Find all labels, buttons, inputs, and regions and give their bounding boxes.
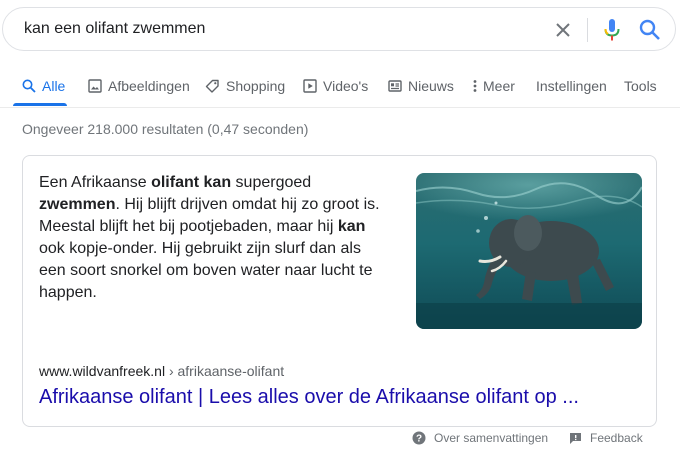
- snippet-highlight: olifant kan: [151, 174, 232, 191]
- snippet-text-part: supergoed: [231, 174, 312, 191]
- more-vert-icon: [473, 80, 477, 92]
- cite-path: › afrikaanse-olifant: [165, 363, 285, 379]
- image-icon: [88, 79, 102, 93]
- snippet-highlight: kan: [337, 218, 366, 235]
- tab-nieuws[interactable]: Nieuws: [388, 68, 454, 104]
- result-stats: Ongeveer 218.000 resultaten (0,47 second…: [22, 121, 309, 137]
- news-icon: [388, 80, 402, 92]
- active-tab-indicator: [13, 103, 67, 106]
- featured-snippet-card: Een Afrikaanse olifant kan supergoed zwe…: [22, 155, 657, 427]
- microphone-icon[interactable]: [600, 17, 624, 43]
- tab-videos[interactable]: Video's: [303, 68, 368, 104]
- snippet-text: Een Afrikaanse olifant kan supergoed zwe…: [39, 172, 389, 304]
- help-icon: ?: [412, 431, 426, 445]
- tab-tools[interactable]: Tools: [624, 68, 657, 104]
- feedback-label: Feedback: [590, 431, 643, 445]
- search-input[interactable]: kan een olifant zwemmen: [24, 20, 205, 38]
- search-icon: [22, 79, 36, 93]
- tab-meer[interactable]: Meer: [472, 68, 515, 104]
- cite-domain: www.wildvanfreek.nl: [39, 363, 166, 379]
- tag-icon: [205, 79, 219, 93]
- feedback-link[interactable]: Feedback: [569, 431, 643, 445]
- about-snippets-label: Over samenvattingen: [434, 431, 549, 445]
- video-icon: [303, 79, 317, 93]
- tab-label: Instellingen: [536, 78, 607, 94]
- tab-label: Tools: [624, 78, 657, 94]
- about-snippets-link[interactable]: ? Over samenvattingen: [412, 431, 548, 445]
- search-box[interactable]: kan een olifant zwemmen: [2, 7, 676, 51]
- search-icon[interactable]: [637, 17, 663, 43]
- tab-label: Video's: [323, 78, 369, 94]
- search-divider: [587, 18, 588, 42]
- tab-label: Afbeeldingen: [108, 78, 190, 94]
- snippet-image[interactable]: [416, 173, 642, 329]
- clear-icon[interactable]: [551, 18, 575, 42]
- tab-label: Shopping: [226, 78, 286, 94]
- result-url: www.wildvanfreek.nl › afrikaanse-olifant: [39, 363, 284, 379]
- snippet-highlight: zwemmen: [39, 196, 116, 213]
- tab-label: Nieuws: [408, 78, 454, 94]
- tab-alle[interactable]: Alle: [22, 68, 65, 104]
- result-title-link[interactable]: Afrikaanse olifant | Lees alles over de …: [39, 386, 579, 409]
- snippet-text-part: ook kopje-onder. Hij gebruikt zijn slurf…: [39, 240, 373, 301]
- snippet-text-part: Een Afrikaanse: [39, 174, 152, 191]
- tab-label: Alle: [42, 78, 66, 94]
- tab-instellingen[interactable]: Instellingen: [536, 68, 607, 104]
- tab-label: Meer: [483, 78, 515, 94]
- search-tabs: Alle Afbeeldingen Shopping Video's Nieuw…: [0, 68, 680, 108]
- feedback-icon: [570, 432, 581, 444]
- tabs-divider: [0, 107, 680, 108]
- tab-afbeeldingen[interactable]: Afbeeldingen: [88, 68, 190, 104]
- svg-text:?: ?: [416, 434, 422, 445]
- tab-shopping[interactable]: Shopping: [205, 68, 285, 104]
